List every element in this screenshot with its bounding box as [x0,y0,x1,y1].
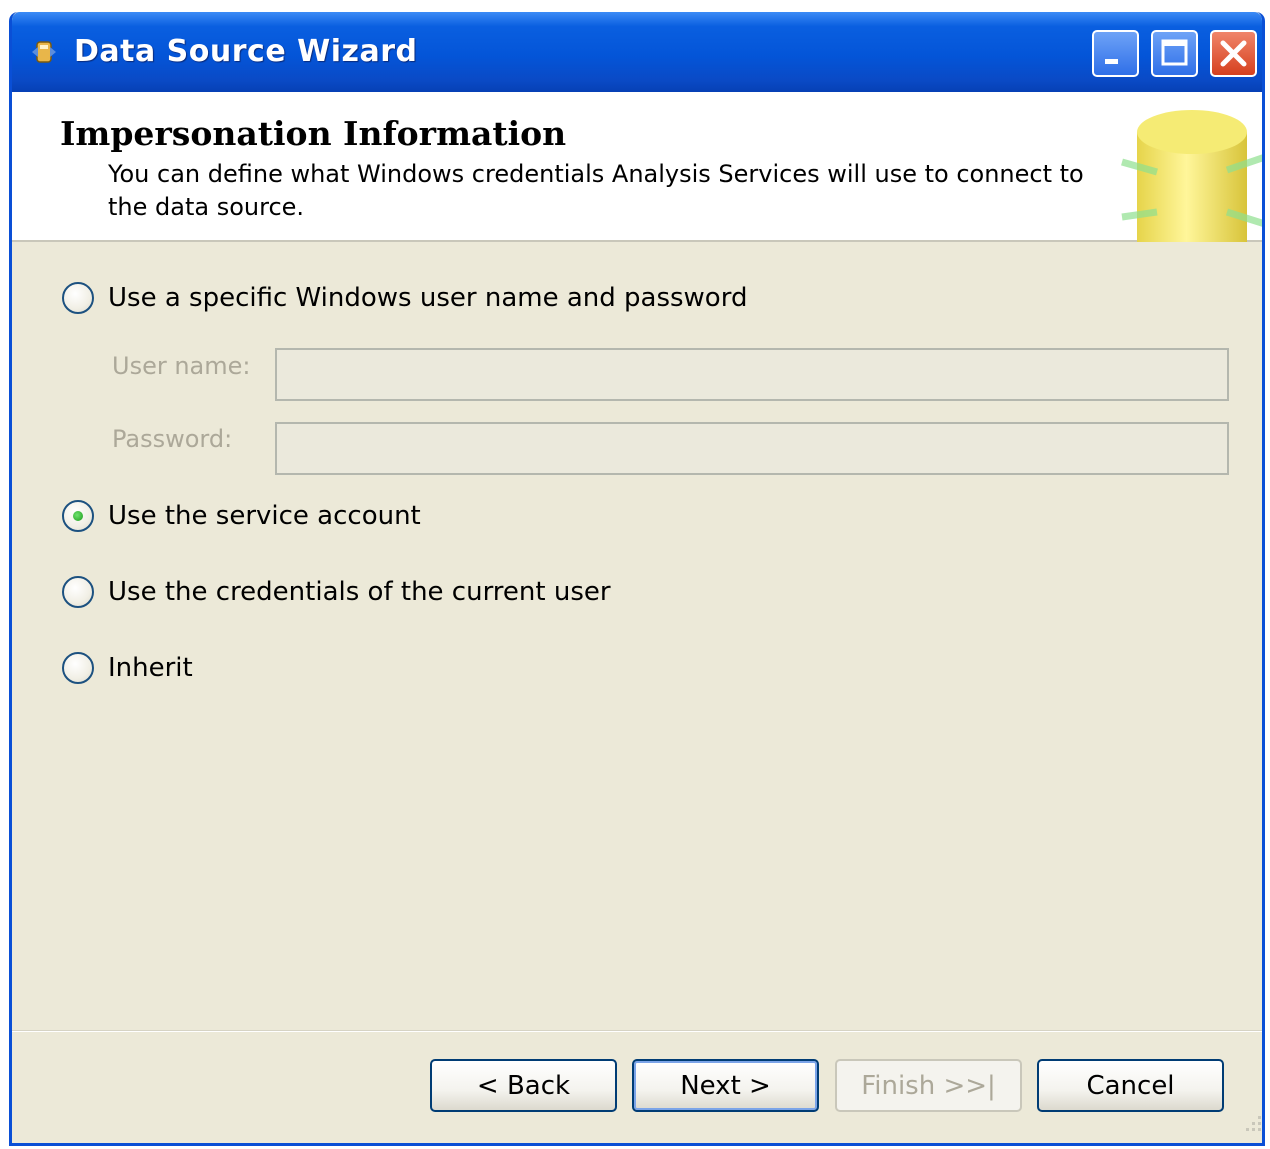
database-cylinder-icon [1121,110,1262,242]
password-label: Password: [112,425,233,453]
minimize-button[interactable] [1092,30,1139,77]
cancel-button[interactable]: Cancel [1037,1059,1224,1112]
option-specific-user[interactable]: Use a specific Windows user name and pas… [62,282,747,314]
wizard-app-icon [32,41,56,63]
option-inherit[interactable]: Inherit [62,652,193,684]
title-bar[interactable]: Data Source Wizard [12,12,1262,92]
maximize-icon [1161,39,1188,66]
username-field[interactable] [275,348,1229,401]
finish-button[interactable]: Finish >>| [835,1059,1022,1112]
close-icon [1220,40,1247,67]
page-title: Impersonation Information [60,114,567,153]
inherit-label: Inherit [108,653,193,683]
footer-divider [12,1030,1262,1032]
specific-user-radio[interactable] [62,282,94,314]
window-title: Data Source Wizard [74,34,418,69]
username-label: User name: [112,352,251,380]
specific-user-label: Use a specific Windows user name and pas… [108,283,748,313]
service-account-label: Use the service account [108,501,421,531]
data-source-wizard-window: Data Source Wizard Impersonation Informa… [9,12,1265,1146]
minimize-icon [1105,59,1118,64]
password-field[interactable] [275,422,1229,475]
option-service-account[interactable]: Use the service account [62,500,421,532]
resize-grip-icon[interactable] [1240,1110,1264,1134]
wizard-header: Impersonation Information You can define… [12,92,1262,242]
next-button[interactable]: Next > [632,1059,819,1112]
current-user-radio[interactable] [62,576,94,608]
maximize-button[interactable] [1151,30,1198,77]
current-user-label: Use the credentials of the current user [108,577,611,607]
service-account-radio[interactable] [62,500,94,532]
close-button[interactable] [1210,30,1257,77]
page-description: You can define what Windows credentials … [108,160,1084,221]
back-button[interactable]: < Back [430,1059,617,1112]
inherit-radio[interactable] [62,652,94,684]
option-current-user[interactable]: Use the credentials of the current user [62,576,611,608]
